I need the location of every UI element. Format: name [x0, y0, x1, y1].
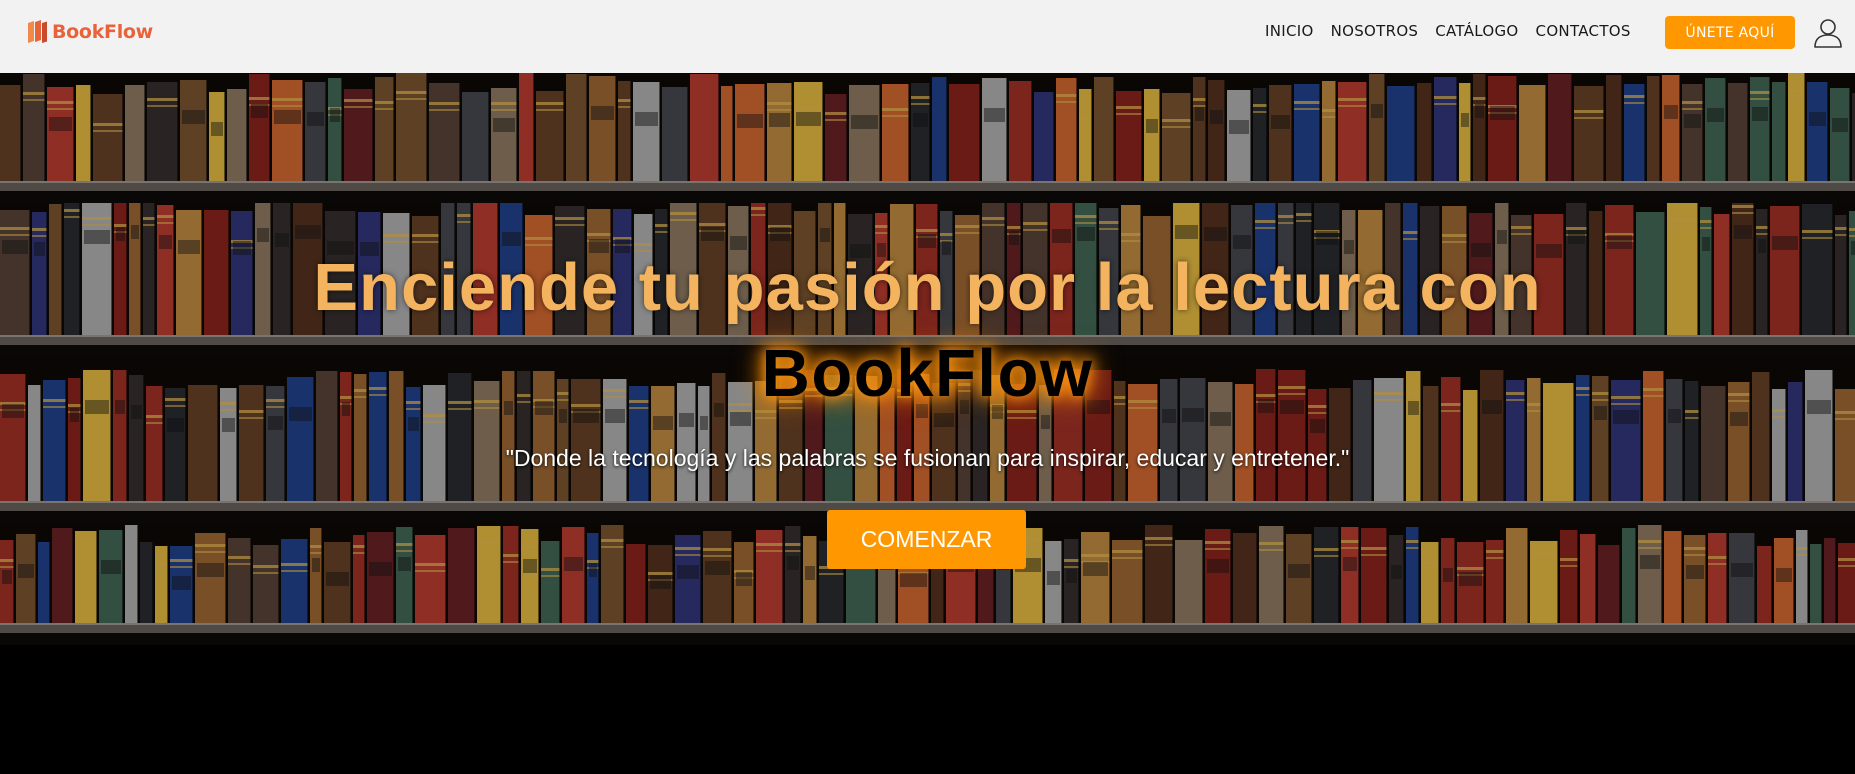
user-icon[interactable]	[1813, 17, 1843, 49]
brand-name: BookFlow	[52, 21, 153, 43]
navbar: BookFlow INICIO NOSOTROS CATÁLOGO CONTAC…	[0, 0, 1855, 73]
hero-section: Enciende tu pasión por la lectura con Bo…	[0, 73, 1855, 723]
main-nav: INICIO NOSOTROS CATÁLOGO CONTACTOS	[1265, 21, 1631, 41]
nav-inicio[interactable]: INICIO	[1265, 21, 1314, 41]
hero-content: Enciende tu pasión por la lectura con Bo…	[0, 73, 1855, 723]
start-button[interactable]: COMENZAR	[827, 510, 1026, 569]
hero-title-line1: Enciende tu pasión por la lectura con	[313, 250, 1542, 325]
book-logo-icon	[28, 20, 47, 43]
nav-contactos[interactable]: CONTACTOS	[1536, 21, 1631, 41]
nav-catalogo[interactable]: CATÁLOGO	[1435, 21, 1518, 41]
hero-title: Enciende tu pasión por la lectura con Bo…	[0, 245, 1855, 417]
hero-title-brand: BookFlow	[761, 336, 1094, 411]
brand-logo-link[interactable]: BookFlow	[26, 20, 153, 44]
hero-tagline: "Donde la tecnología y las palabras se f…	[505, 445, 1350, 471]
join-button[interactable]: ÚNETE AQUÍ	[1665, 16, 1795, 49]
nav-nosotros[interactable]: NOSOTROS	[1331, 21, 1419, 41]
